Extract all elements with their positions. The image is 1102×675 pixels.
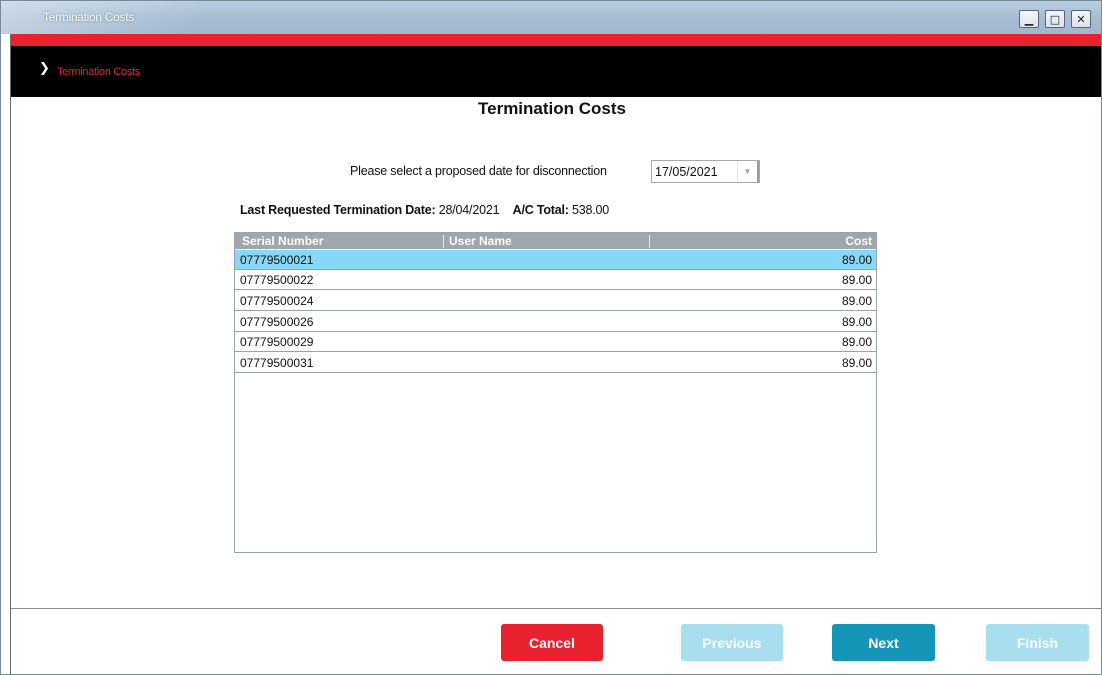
serial-cell: 07779500031 bbox=[240, 356, 314, 370]
column-header-cost[interactable]: Cost bbox=[845, 234, 872, 248]
cost-cell: 89.00 bbox=[841, 253, 872, 267]
cost-cell: 89.00 bbox=[841, 356, 872, 370]
footer-divider bbox=[11, 608, 1101, 609]
table-row[interactable]: 07779500029 89.00 bbox=[235, 332, 876, 352]
cost-cell: 89.00 bbox=[841, 294, 872, 308]
app-window: Termination Costs ▁ □ ✕ ❯ Termination Co… bbox=[0, 0, 1102, 675]
brand-red-bar bbox=[11, 34, 1101, 46]
table-row[interactable]: 07779500021 89.00 bbox=[235, 250, 876, 270]
column-divider[interactable] bbox=[649, 235, 650, 248]
termination-info: Last Requested Termination Date: 28/04/2… bbox=[240, 203, 609, 217]
column-header-serial[interactable]: Serial Number bbox=[242, 234, 323, 248]
close-button[interactable]: ✕ bbox=[1071, 10, 1091, 28]
left-border bbox=[1, 34, 11, 674]
disconnection-date-label: Please select a proposed date for discon… bbox=[350, 164, 607, 178]
table-row[interactable]: 07779500022 89.00 bbox=[235, 270, 876, 290]
disconnection-date-value: 17/05/2021 bbox=[655, 164, 718, 179]
minimize-button[interactable]: ▁ bbox=[1019, 10, 1039, 28]
breadcrumb-bar bbox=[11, 46, 1101, 97]
serial-cell: 07779500029 bbox=[240, 335, 314, 349]
cancel-button[interactable]: Cancel bbox=[501, 624, 603, 661]
cost-cell: 89.00 bbox=[841, 273, 872, 287]
finish-button[interactable]: Finish bbox=[986, 624, 1089, 661]
disconnection-date-select[interactable]: 17/05/2021 ▼ bbox=[651, 160, 760, 183]
serial-cell: 07779500026 bbox=[240, 315, 314, 329]
close-icon: ✕ bbox=[1076, 12, 1086, 26]
table-header: Serial Number User Name Cost bbox=[235, 233, 876, 249]
table-row[interactable]: 07779500031 89.00 bbox=[235, 353, 876, 373]
title-bar[interactable]: Termination Costs ▁ □ ✕ bbox=[1, 1, 1101, 34]
maximize-icon: □ bbox=[1049, 12, 1061, 26]
cost-cell: 89.00 bbox=[841, 335, 872, 349]
ac-total-label: A/C Total: bbox=[512, 203, 569, 217]
window-title: Termination Costs bbox=[43, 10, 134, 24]
maximize-button[interactable]: □ bbox=[1045, 10, 1065, 28]
minimize-icon: ▁ bbox=[1024, 12, 1034, 26]
column-divider[interactable] bbox=[443, 235, 444, 248]
last-requested-label: Last Requested Termination Date: bbox=[240, 203, 436, 217]
chevron-right-icon: ❯ bbox=[39, 61, 50, 76]
last-requested-value: 28/04/2021 bbox=[438, 203, 500, 217]
serial-cell: 07779500021 bbox=[240, 253, 314, 267]
ac-total-value: 538.00 bbox=[572, 203, 610, 217]
serial-cell: 07779500024 bbox=[240, 294, 314, 308]
table-row[interactable]: 07779500024 89.00 bbox=[235, 291, 876, 311]
column-header-user[interactable]: User Name bbox=[449, 234, 512, 248]
next-button[interactable]: Next bbox=[832, 624, 935, 661]
table-row[interactable]: 07779500026 89.00 bbox=[235, 312, 876, 332]
breadcrumb-item[interactable]: Termination Costs bbox=[57, 66, 140, 78]
termination-costs-table[interactable]: Serial Number User Name Cost 07779500021… bbox=[234, 232, 877, 553]
chevron-down-icon[interactable]: ▼ bbox=[737, 161, 759, 182]
previous-button[interactable]: Previous bbox=[681, 624, 783, 661]
cost-cell: 89.00 bbox=[841, 315, 872, 329]
serial-cell: 07779500022 bbox=[240, 273, 314, 287]
page-title: Termination Costs bbox=[478, 99, 626, 118]
